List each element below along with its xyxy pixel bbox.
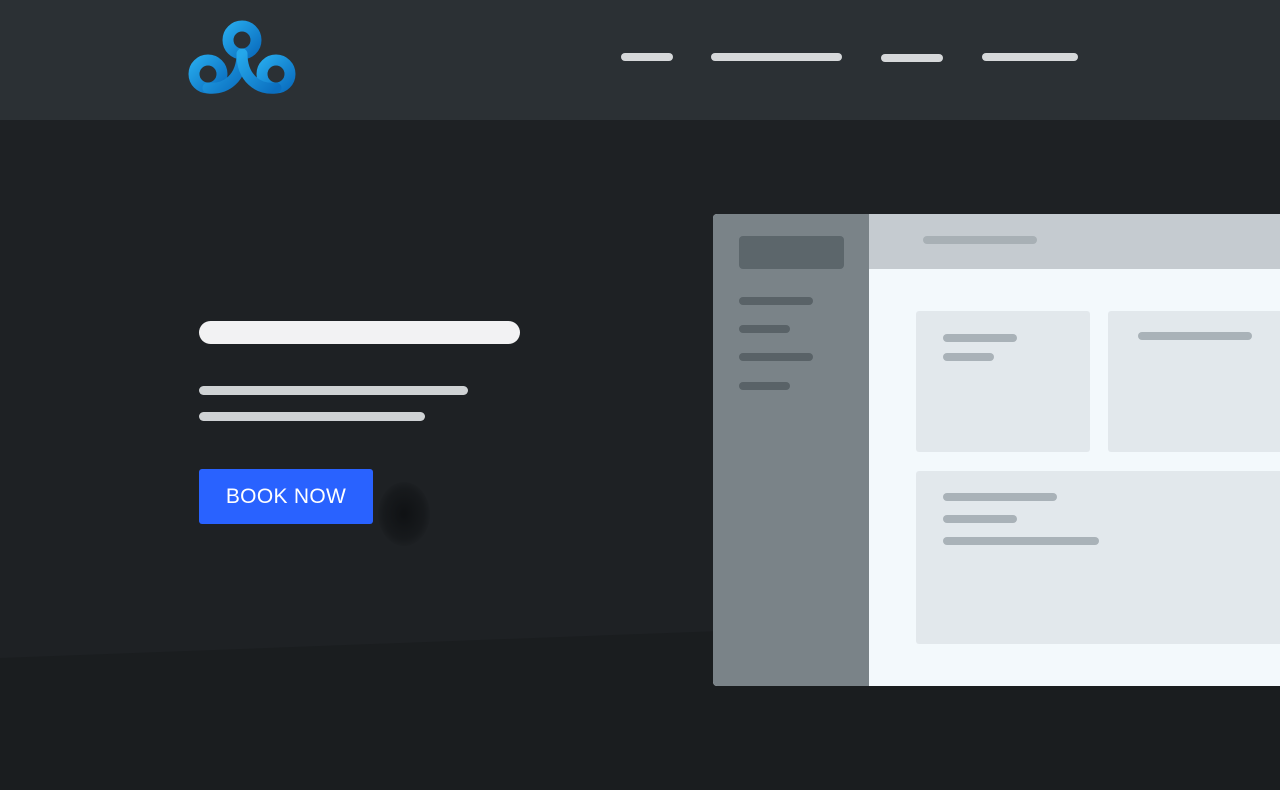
preview-sidebar-header <box>739 236 844 269</box>
nav-item-2[interactable] <box>711 53 842 61</box>
preview-card-3 <box>916 471 1280 644</box>
nav-item-4[interactable] <box>982 53 1078 61</box>
site-header <box>0 0 1280 120</box>
cloud9-logo-icon[interactable] <box>186 18 298 100</box>
preview-topbar-title <box>923 236 1037 244</box>
hero-subtitle-line-2 <box>199 412 425 421</box>
preview-sidebar <box>713 214 869 686</box>
preview-sidebar-item <box>739 297 813 305</box>
preview-card-line <box>943 493 1057 501</box>
preview-sidebar-item <box>739 353 813 361</box>
preview-card-line <box>1138 332 1252 340</box>
preview-card-1 <box>916 311 1090 452</box>
app-preview <box>713 214 1280 686</box>
nav-item-1[interactable] <box>621 53 673 61</box>
book-now-button[interactable]: BOOK NOW <box>199 469 373 524</box>
preview-sidebar-item <box>739 382 790 390</box>
preview-card-2 <box>1108 311 1280 452</box>
nav-item-3[interactable] <box>881 54 943 62</box>
hero-subtitle-line-1 <box>199 386 468 395</box>
preview-card-line <box>943 334 1017 342</box>
preview-sidebar-item <box>739 325 790 333</box>
preview-card-line <box>943 515 1017 523</box>
preview-card-line <box>943 537 1099 545</box>
hero-title-placeholder <box>199 321 520 344</box>
preview-card-line <box>943 353 994 361</box>
cursor-shadow <box>378 482 430 546</box>
preview-topbar <box>869 214 1280 269</box>
